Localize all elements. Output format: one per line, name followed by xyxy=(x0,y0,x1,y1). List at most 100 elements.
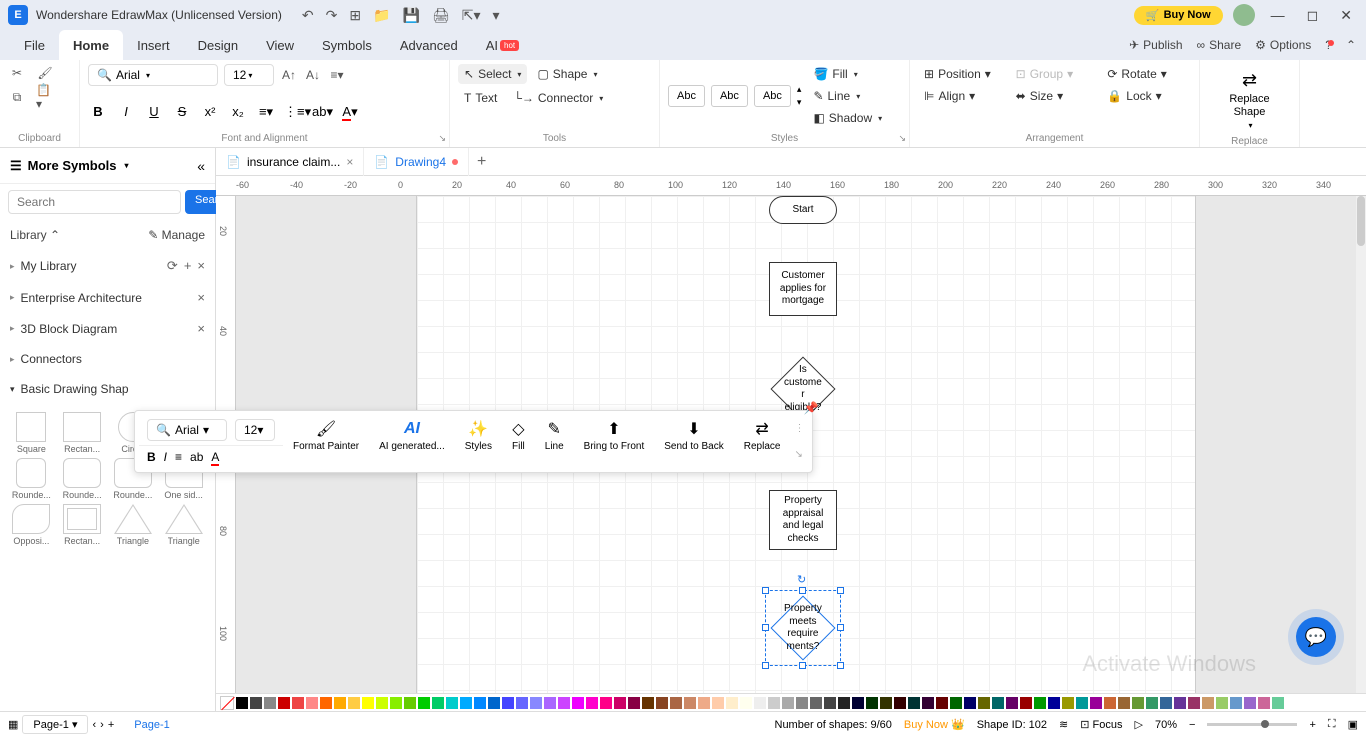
strike-icon[interactable]: S xyxy=(172,104,192,120)
manage-button[interactable]: ✎ Manage xyxy=(148,228,205,242)
color-swatch[interactable] xyxy=(712,697,724,709)
color-swatch[interactable] xyxy=(1048,697,1060,709)
color-swatch[interactable] xyxy=(992,697,1004,709)
color-swatch[interactable] xyxy=(642,697,654,709)
color-swatch[interactable] xyxy=(740,697,752,709)
style-preset-1[interactable]: Abc xyxy=(668,85,705,107)
page-indicator[interactable]: Page-1 xyxy=(124,717,179,733)
color-swatch[interactable] xyxy=(1104,697,1116,709)
bring-front-button[interactable]: ⬆Bring to Front xyxy=(574,415,655,468)
close-icon[interactable]: × xyxy=(197,258,205,274)
color-swatch[interactable] xyxy=(362,697,374,709)
color-swatch[interactable] xyxy=(824,697,836,709)
color-swatch[interactable] xyxy=(600,697,612,709)
color-swatch[interactable] xyxy=(376,697,388,709)
new-icon[interactable]: ⊞ xyxy=(349,7,361,24)
send-back-button[interactable]: ⬇Send to Back xyxy=(654,415,733,468)
more-icon[interactable]: ⋮ xyxy=(794,423,804,434)
color-swatch[interactable] xyxy=(978,697,990,709)
handle-nw[interactable] xyxy=(762,587,769,594)
page-grid-icon[interactable]: ▦ xyxy=(8,718,18,731)
bullets-icon[interactable]: ⋮≡▾ xyxy=(284,104,304,120)
increase-font-icon[interactable]: A↑ xyxy=(280,66,298,84)
redo-icon[interactable]: ↷ xyxy=(326,7,338,24)
layers-icon[interactable]: ≋ xyxy=(1059,718,1068,731)
color-swatch[interactable] xyxy=(1006,697,1018,709)
style-up-icon[interactable]: ▴ xyxy=(797,84,802,95)
color-swatch[interactable] xyxy=(292,697,304,709)
color-swatch[interactable] xyxy=(614,697,626,709)
buy-now-button[interactable]: 🛒 Buy Now xyxy=(1134,6,1223,25)
handle-s[interactable] xyxy=(799,662,806,669)
format-painter-icon[interactable]: 🖌 xyxy=(36,64,54,82)
zoom-level[interactable]: 70% xyxy=(1155,719,1177,731)
line-button[interactable]: ✎Line▾ xyxy=(807,86,888,106)
color-swatch[interactable] xyxy=(446,697,458,709)
fill-button[interactable]: ◇Fill xyxy=(502,415,535,468)
zoom-out-icon[interactable]: − xyxy=(1189,719,1195,731)
handle-se[interactable] xyxy=(837,662,844,669)
open-icon[interactable]: 📁 xyxy=(373,7,390,24)
close-tab-icon[interactable]: × xyxy=(346,155,353,169)
highlight-icon[interactable]: ab▾ xyxy=(312,104,332,120)
shape-rounded-2[interactable]: Rounde... xyxy=(59,458,106,500)
color-swatch[interactable] xyxy=(418,697,430,709)
collapse-panel-icon[interactable]: « xyxy=(197,158,205,174)
color-swatch[interactable] xyxy=(936,697,948,709)
shape-rect-frame[interactable]: Rectan... xyxy=(59,504,106,546)
shape-opposite[interactable]: Opposi... xyxy=(8,504,55,546)
save-icon[interactable]: 💾 xyxy=(403,7,420,24)
color-swatch[interactable] xyxy=(1202,697,1214,709)
styles-button[interactable]: ✨Styles xyxy=(455,415,502,468)
color-swatch[interactable] xyxy=(1146,697,1158,709)
launcher-icon[interactable]: ↘ xyxy=(794,449,804,460)
color-swatch[interactable] xyxy=(1090,697,1102,709)
menu-insert[interactable]: Insert xyxy=(123,30,184,60)
select-tool-button[interactable]: ↖Select▾ xyxy=(458,64,527,84)
menu-home[interactable]: Home xyxy=(59,30,123,60)
color-swatch[interactable] xyxy=(796,697,808,709)
fc-process-1[interactable]: Customer applies for mortgage xyxy=(769,262,837,316)
italic-icon[interactable]: I xyxy=(116,104,136,120)
color-swatch[interactable] xyxy=(1020,697,1032,709)
ai-button[interactable]: AIAI generated... xyxy=(369,415,455,468)
handle-w[interactable] xyxy=(762,624,769,631)
color-swatch[interactable] xyxy=(1230,697,1242,709)
color-swatch[interactable] xyxy=(810,697,822,709)
line-button[interactable]: ✎Line xyxy=(535,415,574,468)
font-color-icon[interactable]: A▾ xyxy=(340,104,360,120)
font-family-select[interactable]: 🔍Arial▾ xyxy=(88,64,218,86)
chat-bubble-button[interactable]: 💬 xyxy=(1296,617,1336,657)
color-swatch[interactable] xyxy=(586,697,598,709)
fc-process-2[interactable]: Property appraisal and legal checks xyxy=(769,490,837,550)
color-swatch[interactable] xyxy=(1062,697,1074,709)
align-icon[interactable]: ≡ xyxy=(175,450,182,464)
menu-advanced[interactable]: Advanced xyxy=(386,30,472,60)
color-swatch[interactable] xyxy=(1272,697,1284,709)
color-swatch[interactable] xyxy=(922,697,934,709)
color-swatch[interactable] xyxy=(1244,697,1256,709)
color-swatch[interactable] xyxy=(656,697,668,709)
style-preset-3[interactable]: Abc xyxy=(754,85,791,107)
paste-icon[interactable]: 📋▾ xyxy=(36,88,54,106)
color-swatch[interactable] xyxy=(306,697,318,709)
color-swatch[interactable] xyxy=(502,697,514,709)
size-button[interactable]: ⬌Size▾ xyxy=(1010,86,1100,106)
italic-icon[interactable]: I xyxy=(164,450,167,464)
color-swatch[interactable] xyxy=(460,697,472,709)
zoom-in-icon[interactable]: + xyxy=(1309,719,1315,731)
minimize-button[interactable]: — xyxy=(1265,7,1291,23)
print-icon[interactable]: 🖨 xyxy=(432,7,450,24)
no-fill-swatch[interactable] xyxy=(220,696,234,710)
align-text-icon[interactable]: ≡▾ xyxy=(328,66,346,84)
menu-file[interactable]: File xyxy=(10,30,59,60)
style-preset-2[interactable]: Abc xyxy=(711,85,748,107)
color-swatch[interactable] xyxy=(558,697,570,709)
color-swatch[interactable] xyxy=(1076,697,1088,709)
styles-launcher-icon[interactable]: ↘ xyxy=(898,133,906,144)
shape-square[interactable]: Square xyxy=(8,412,55,454)
color-swatch[interactable] xyxy=(390,697,402,709)
menu-ai[interactable]: AIhot xyxy=(472,30,533,60)
font-launcher-icon[interactable]: ↘ xyxy=(438,133,446,144)
color-swatch[interactable] xyxy=(782,697,794,709)
